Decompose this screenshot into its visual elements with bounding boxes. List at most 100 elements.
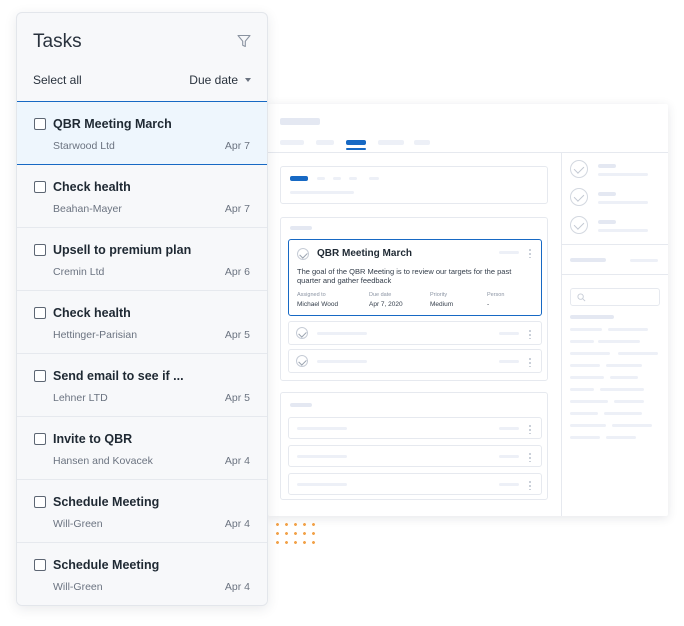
skeleton-line	[317, 177, 325, 180]
task-checkbox[interactable]	[34, 118, 46, 130]
task-item[interactable]: Check health Hettinger-Parisian Apr 5	[17, 291, 267, 354]
header-divider	[268, 152, 668, 153]
more-icon[interactable]	[529, 424, 531, 434]
skeleton-line	[333, 177, 341, 180]
skeleton-line	[499, 427, 519, 430]
task-item[interactable]: Upsell to premium plan Cremin Ltd Apr 6	[17, 228, 267, 291]
sort-dropdown[interactable]: Due date	[189, 73, 251, 87]
skeleton-task-row[interactable]	[288, 349, 542, 373]
task-checkbox[interactable]	[34, 559, 46, 571]
task-name: Check health	[53, 180, 131, 194]
task-checkbox[interactable]	[34, 307, 46, 319]
skeleton-line	[598, 201, 648, 204]
skeleton-box-bottom	[280, 392, 548, 500]
task-checkbox[interactable]	[34, 244, 46, 256]
task-item[interactable]: Send email to see if ... Lehner LTD Apr …	[17, 354, 267, 417]
sort-label: Due date	[189, 73, 238, 87]
skeleton-line	[570, 364, 600, 367]
task-company: Will-Green	[53, 581, 103, 593]
skeleton-line	[499, 251, 519, 254]
task-item[interactable]: Schedule Meeting Will-Green Apr 4	[17, 480, 267, 543]
filter-icon[interactable]	[237, 34, 251, 48]
task-detail-card[interactable]: QBR Meeting March The goal of the QBR Me…	[288, 239, 542, 316]
skeleton-line	[606, 436, 636, 439]
skeleton-task-row[interactable]	[288, 321, 542, 345]
task-item[interactable]: QBR Meeting March Starwood Ltd Apr 7	[17, 101, 267, 165]
task-checkbox[interactable]	[34, 433, 46, 445]
task-company: Cremin Ltd	[53, 266, 105, 278]
skeleton-line	[369, 177, 379, 180]
task-company: Will-Green	[53, 518, 103, 530]
check-circle-icon[interactable]	[297, 248, 309, 260]
skeleton-line	[570, 376, 604, 379]
more-icon[interactable]	[529, 357, 531, 367]
task-date: Apr 4	[224, 455, 250, 467]
skeleton-box-top	[280, 166, 548, 204]
skeleton-line	[290, 226, 312, 230]
task-item[interactable]: Invite to QBR Hansen and Kovacek Apr 4	[17, 417, 267, 480]
task-name: QBR Meeting March	[53, 117, 172, 131]
skeleton-line	[570, 436, 600, 439]
task-name: Check health	[53, 306, 131, 320]
more-icon[interactable]	[529, 329, 531, 339]
task-name: Invite to QBR	[53, 432, 133, 446]
skeleton-line	[317, 332, 367, 335]
task-checkbox[interactable]	[34, 370, 46, 382]
task-list: QBR Meeting March Starwood Ltd Apr 7 Che…	[17, 101, 267, 605]
skeleton-line	[570, 352, 610, 355]
tasks-panel: Tasks Select all Due date QBR Meeting Ma…	[16, 12, 268, 606]
skeleton-tab-active[interactable]	[346, 140, 366, 145]
task-date: Apr 5	[224, 329, 250, 341]
skeleton-line	[598, 229, 648, 232]
select-all-button[interactable]: Select all	[33, 73, 82, 87]
decorative-dots	[273, 520, 319, 546]
skeleton-line	[598, 164, 616, 168]
task-company: Hansen and Kovacek	[53, 455, 153, 467]
skeleton-line	[499, 455, 519, 458]
task-checkbox[interactable]	[34, 496, 46, 508]
task-name: Upsell to premium plan	[53, 243, 192, 257]
task-date: Apr 5	[224, 392, 250, 404]
field-label: Priority	[430, 292, 448, 298]
search-input[interactable]	[570, 288, 660, 306]
skeleton-task-row[interactable]	[288, 445, 542, 467]
skeleton-tab[interactable]	[378, 140, 404, 145]
skeleton-line	[570, 258, 606, 262]
task-name: Schedule Meeting	[53, 495, 160, 509]
check-circle-icon[interactable]	[296, 327, 308, 339]
skeleton-line	[290, 191, 354, 194]
field-value: Michael Wood	[297, 301, 339, 308]
field-label: Person	[487, 292, 505, 298]
more-icon[interactable]	[529, 480, 531, 490]
task-company: Lehner LTD	[53, 392, 108, 404]
skeleton-line	[349, 177, 357, 180]
skeleton-task-row[interactable]	[288, 473, 542, 495]
task-item[interactable]: Schedule Meeting Will-Green Apr 4	[17, 543, 267, 605]
skeleton-task-row[interactable]	[288, 417, 542, 439]
task-checkbox[interactable]	[34, 181, 46, 193]
skeleton-line	[612, 424, 652, 427]
skeleton-pill	[290, 176, 308, 181]
task-company: Starwood Ltd	[53, 140, 115, 152]
field-value: Medium	[430, 301, 454, 308]
more-icon[interactable]	[529, 248, 531, 258]
task-company: Hettinger-Parisian	[53, 329, 138, 341]
more-icon[interactable]	[529, 452, 531, 462]
skeleton-line	[598, 220, 616, 224]
right-divider	[562, 274, 668, 275]
skeleton-tab[interactable]	[280, 140, 304, 145]
skeleton-line	[570, 400, 608, 403]
field-label: Assigned to	[297, 292, 326, 298]
task-company: Beahan-Mayer	[53, 203, 122, 215]
panel-title: Tasks	[33, 31, 82, 52]
column-divider	[561, 152, 562, 516]
skeleton-tab[interactable]	[414, 140, 430, 145]
skeleton-tab[interactable]	[316, 140, 334, 145]
skeleton-line	[614, 400, 644, 403]
skeleton-line	[570, 412, 598, 415]
task-date: Apr 6	[224, 266, 250, 278]
skeleton-line	[598, 173, 648, 176]
task-item[interactable]: Check health Beahan-Mayer Apr 7	[17, 165, 267, 228]
detail-description: The goal of the QBR Meeting is to review…	[297, 267, 512, 285]
check-circle-icon[interactable]	[296, 355, 308, 367]
